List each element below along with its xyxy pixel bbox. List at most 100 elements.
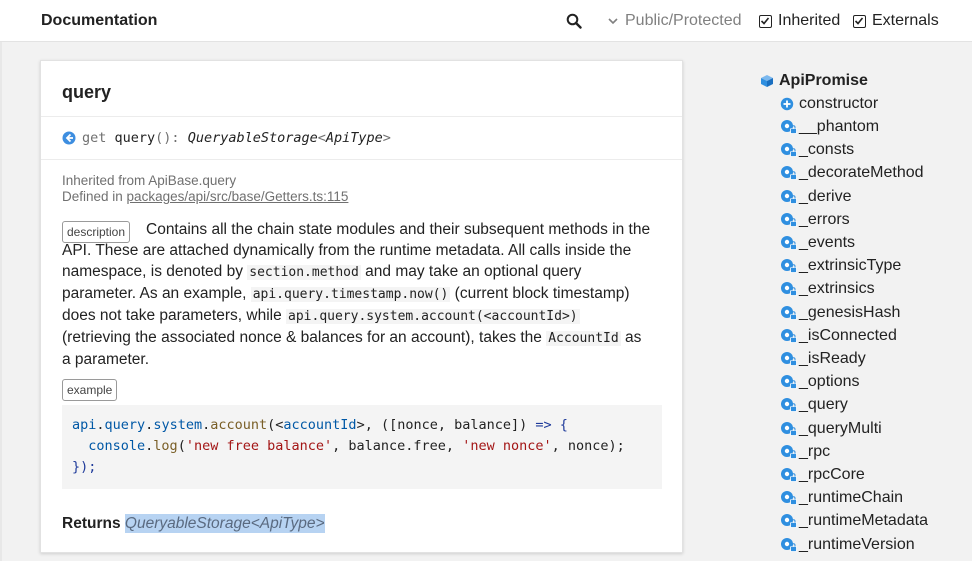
sidebar-item-label: constructor [799, 95, 879, 112]
code-token: . [202, 417, 211, 433]
sidebar-item-label: _isConnected [799, 326, 897, 344]
desc-code-4: AccountId [546, 331, 621, 346]
code-token: accountId [283, 417, 357, 433]
sidebar-item-label: _rpc [799, 442, 831, 460]
protected-property-icon [781, 491, 797, 506]
protected-property-icon [781, 468, 797, 482]
sidebar-item-property[interactable]: _decorateMethod [780, 162, 924, 184]
inherited-from-prefix: Inherited from [62, 173, 149, 188]
sidebar-item-property[interactable]: _extrinsics [780, 278, 875, 300]
checkbox-checked-icon[interactable] [759, 14, 772, 28]
example-tag: example [62, 379, 118, 401]
desc-code-2: api.query.timestamp.now() [250, 287, 451, 302]
sidebar-item-property[interactable]: _errors [780, 209, 850, 231]
signature-type[interactable]: QueryableStorage [188, 130, 318, 146]
protected-property-icon [781, 166, 797, 181]
sidebar-item-label: __phantom [799, 118, 880, 135]
constructor-icon [780, 97, 794, 111]
description-text: Contains all the chain state modules and… [62, 219, 652, 370]
inherited-checkbox[interactable]: Inherited [759, 12, 840, 30]
sidebar-item-property[interactable]: _isReady [780, 348, 866, 370]
sidebar-item-property[interactable]: _rpcCore [780, 464, 865, 486]
sidebar-item-property[interactable]: _query [780, 394, 848, 416]
sidebar-class-link[interactable]: ApiPromise [760, 70, 868, 92]
sidebar-item-label: _rpcCore [799, 466, 865, 483]
protected-property-icon [781, 282, 797, 297]
inherited-from-value: ApiBase.query [148, 173, 237, 188]
sidebar-item-label: _events [799, 234, 856, 251]
visibility-label: Public/Protected [625, 12, 742, 29]
sidebar-item-label: _derive [799, 187, 852, 205]
site-title[interactable]: Documentation [41, 12, 157, 30]
sidebar-item-property[interactable]: _queryMulti [780, 418, 882, 440]
sidebar-item-label: _runtimeChain [799, 489, 904, 507]
code-token: ( [177, 438, 186, 454]
example-code-block: api.query.system.account(<accountId>, ([… [62, 405, 662, 489]
code-token: >, ([nonce, balance]) [356, 417, 536, 433]
code-token: }); [72, 459, 97, 475]
signature-keyword: get [82, 130, 107, 146]
sidebar-item-label: _extrinsicType [799, 257, 902, 275]
defined-in-prefix: Defined in [62, 189, 127, 204]
sidebar-item-label: _isReady [799, 350, 866, 367]
code-token: , nonce); [551, 438, 625, 454]
sidebar-item-property[interactable]: _runtimeMetadata [780, 510, 928, 532]
sidebar-item-property[interactable]: _options [780, 371, 860, 393]
search-icon[interactable] [566, 13, 582, 29]
sidebar-item-property[interactable]: _isConnected [780, 325, 897, 347]
externals-label: Externals [872, 12, 939, 29]
sidebar-item-property[interactable]: _runtimeVersion [780, 534, 915, 556]
visibility-dropdown[interactable]: Public/Protected [607, 12, 742, 30]
signature-generic-type: ApiType [325, 130, 383, 146]
sidebar-item-property[interactable]: _events [780, 232, 855, 254]
member-sources: Inherited from ApiBase.query Defined in … [62, 173, 348, 205]
class-cube-icon [761, 75, 773, 87]
sidebar-item-property[interactable]: __phantom [780, 116, 879, 138]
sidebar-item-property[interactable]: _runtimeChain [780, 487, 903, 509]
code-token: log [153, 438, 178, 454]
desc-code-3: api.query.system.account(<accountId>) [286, 309, 580, 324]
protected-property-icon [781, 236, 797, 250]
signature-parens: (): [155, 130, 180, 146]
externals-checkbox[interactable]: Externals [853, 12, 939, 30]
code-token: account [210, 417, 268, 433]
protected-property-icon [781, 143, 797, 158]
sidebar-item-label: _errors [799, 210, 850, 228]
sidebar-item-property[interactable]: _genesisHash [780, 302, 900, 324]
sidebar-item-property[interactable]: _extrinsicType [780, 255, 901, 277]
sidebar-item-label: _query [799, 396, 848, 414]
protected-property-icon [781, 305, 797, 320]
checkbox-checked-icon[interactable] [853, 14, 866, 28]
code-token: { [551, 417, 568, 433]
code-token: => [535, 417, 552, 433]
code-token: system [153, 417, 203, 433]
code-token: 'new free balance' [185, 438, 333, 454]
sidebar-item-label: _extrinsics [799, 280, 875, 298]
sidebar-item-label: _consts [799, 141, 855, 159]
returns-type[interactable]: QueryableStorage<ApiType> [124, 514, 325, 533]
defined-in: Defined in packages/api/src/base/Getters… [62, 189, 348, 205]
protected-property-icon [781, 212, 797, 227]
code-token: 'new nonce' [462, 438, 552, 454]
code-token: (< [267, 417, 284, 433]
protected-property-icon [781, 514, 797, 529]
protected-property-icon [781, 421, 797, 436]
desc-text-4: (retrieving the associated nonce & balan… [62, 329, 547, 346]
defined-in-link[interactable]: packages/api/src/base/Getters.ts:115 [127, 189, 349, 204]
inherited-from: Inherited from ApiBase.query [62, 173, 348, 189]
sidebar-item-constructor[interactable]: constructor [780, 93, 878, 115]
sidebar-item-property[interactable]: _rpc [780, 441, 830, 463]
returns-label: Returns [62, 515, 121, 532]
protected-property-icon [781, 352, 797, 366]
code-token: . [96, 417, 105, 433]
sidebar-item-property[interactable]: _derive [780, 186, 851, 208]
member-header [41, 61, 682, 117]
sidebar-item-label: _runtimeVersion [799, 535, 915, 553]
protected-property-icon [781, 259, 797, 274]
sidebar-item-property[interactable]: _consts [780, 139, 854, 161]
member-title: query [62, 82, 112, 102]
protected-property-icon [781, 328, 797, 343]
sidebar-item-label: _queryMulti [799, 419, 882, 437]
sidebar-item-label: _genesisHash [799, 303, 901, 321]
signature-code: get query(): QueryableStorage<ApiType> [82, 130, 391, 146]
